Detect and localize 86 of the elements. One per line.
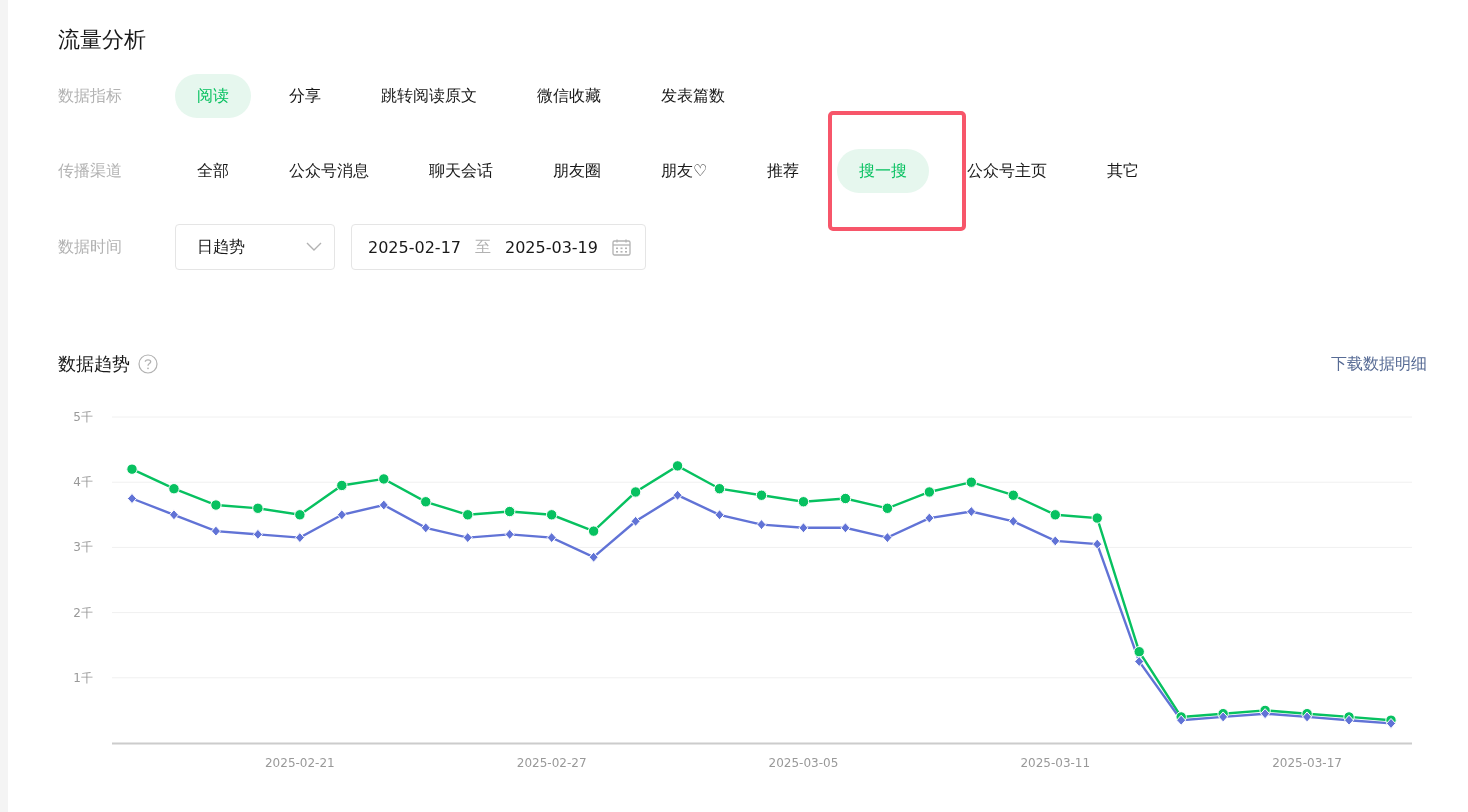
circle-marker [1133, 646, 1145, 658]
section-title: 数据趋势 [58, 352, 130, 376]
diamond-marker [210, 525, 221, 537]
circle-marker [965, 476, 978, 488]
circle-marker [1049, 509, 1061, 521]
circle-marker [378, 473, 390, 485]
filter-label: 数据时间 [58, 236, 123, 258]
y-axis-label: 4千 [73, 475, 93, 490]
diamond-marker [1302, 711, 1313, 723]
period-dropdown[interactable]: 日趋势 [175, 224, 335, 270]
circle-marker [1091, 512, 1103, 524]
diamond-marker [504, 528, 515, 540]
metric-tab[interactable]: 微信收藏 [515, 74, 623, 118]
diamond-marker [756, 519, 767, 531]
diamond-marker [1008, 515, 1019, 527]
circle-marker [671, 460, 684, 472]
x-axis-label: 2025-03-11 [1020, 756, 1091, 770]
circle-marker [294, 509, 306, 521]
diamond-marker [798, 522, 809, 534]
diamond-marker [1092, 538, 1103, 550]
x-axis-label: 2025-02-21 [265, 756, 335, 770]
circle-marker [545, 509, 558, 521]
diamond-marker [378, 499, 389, 511]
diamond-marker [1134, 656, 1145, 667]
diamond-marker [882, 532, 893, 544]
diamond-marker [546, 532, 557, 544]
circle-marker [252, 502, 264, 514]
diamond-marker [588, 551, 599, 563]
circle-marker [504, 505, 516, 518]
channel-tab[interactable]: 朋友♡ [639, 149, 730, 193]
diamond-marker [630, 515, 641, 527]
diamond-marker [672, 489, 683, 501]
circle-marker [755, 489, 768, 501]
chevron-down-icon [306, 242, 322, 252]
channel-tab[interactable]: 公众号消息 [267, 149, 391, 193]
y-axis-label: 2千 [73, 605, 93, 620]
x-axis-label: 2025-03-05 [768, 756, 839, 770]
page-title: 流量分析 [58, 26, 147, 54]
metric-tab[interactable]: 分享 [267, 74, 343, 118]
metric-tab[interactable]: 发表篇数 [639, 74, 747, 118]
diamond-marker [336, 509, 347, 521]
calendar-icon [611, 238, 631, 256]
diamond-marker [127, 493, 137, 504]
filter-label: 数据指标 [58, 85, 123, 107]
diamond-marker [252, 528, 263, 540]
circle-marker [126, 463, 138, 475]
circle-marker [210, 499, 222, 511]
circle-marker [797, 496, 810, 508]
circle-marker [839, 492, 852, 505]
diamond-marker [1260, 708, 1271, 720]
diamond-marker [1050, 535, 1061, 547]
diamond-marker [966, 506, 977, 518]
x-axis-label: 2025-02-27 [516, 756, 587, 770]
date-range-field[interactable]: 2025-02-17 至 2025-03-19 [351, 224, 646, 270]
diamond-marker [840, 522, 851, 534]
circle-marker [168, 483, 180, 495]
channel-tab[interactable]: 公众号主页 [945, 149, 1070, 193]
circle-marker [713, 483, 726, 495]
x-axis-label: 2025-03-17 [1272, 756, 1342, 770]
y-axis-label: 3千 [73, 540, 93, 555]
diamond-marker [462, 532, 473, 544]
channel-tab[interactable]: 聊天会话 [407, 149, 515, 193]
circle-marker [336, 479, 348, 492]
help-icon[interactable] [138, 354, 158, 374]
diamond-marker [924, 512, 935, 524]
diamond-marker [294, 532, 305, 544]
y-axis-label: 5千 [73, 410, 93, 424]
diamond-marker [420, 522, 431, 534]
download-link[interactable]: 下载数据明细 [1331, 353, 1427, 375]
channel-tab[interactable]: 其它 [1085, 149, 1162, 193]
filter-label: 传播渠道 [58, 160, 123, 182]
diamond-marker [1218, 711, 1229, 723]
channel-tab[interactable]: 朋友圈 [531, 149, 623, 193]
circle-marker [420, 496, 432, 508]
channel-tab[interactable]: 推荐 [745, 149, 822, 193]
circle-marker [462, 509, 474, 521]
circle-marker [587, 525, 600, 537]
diamond-marker [168, 509, 179, 521]
diamond-marker [714, 509, 725, 521]
circle-marker [881, 502, 894, 514]
circle-marker [1007, 489, 1019, 501]
circle-marker [923, 486, 936, 498]
metric-tab[interactable]: 跳转阅读原文 [359, 74, 499, 118]
channel-tab[interactable]: 全部 [175, 149, 251, 193]
circle-marker [629, 486, 642, 498]
y-axis-label: 1千 [73, 670, 93, 685]
